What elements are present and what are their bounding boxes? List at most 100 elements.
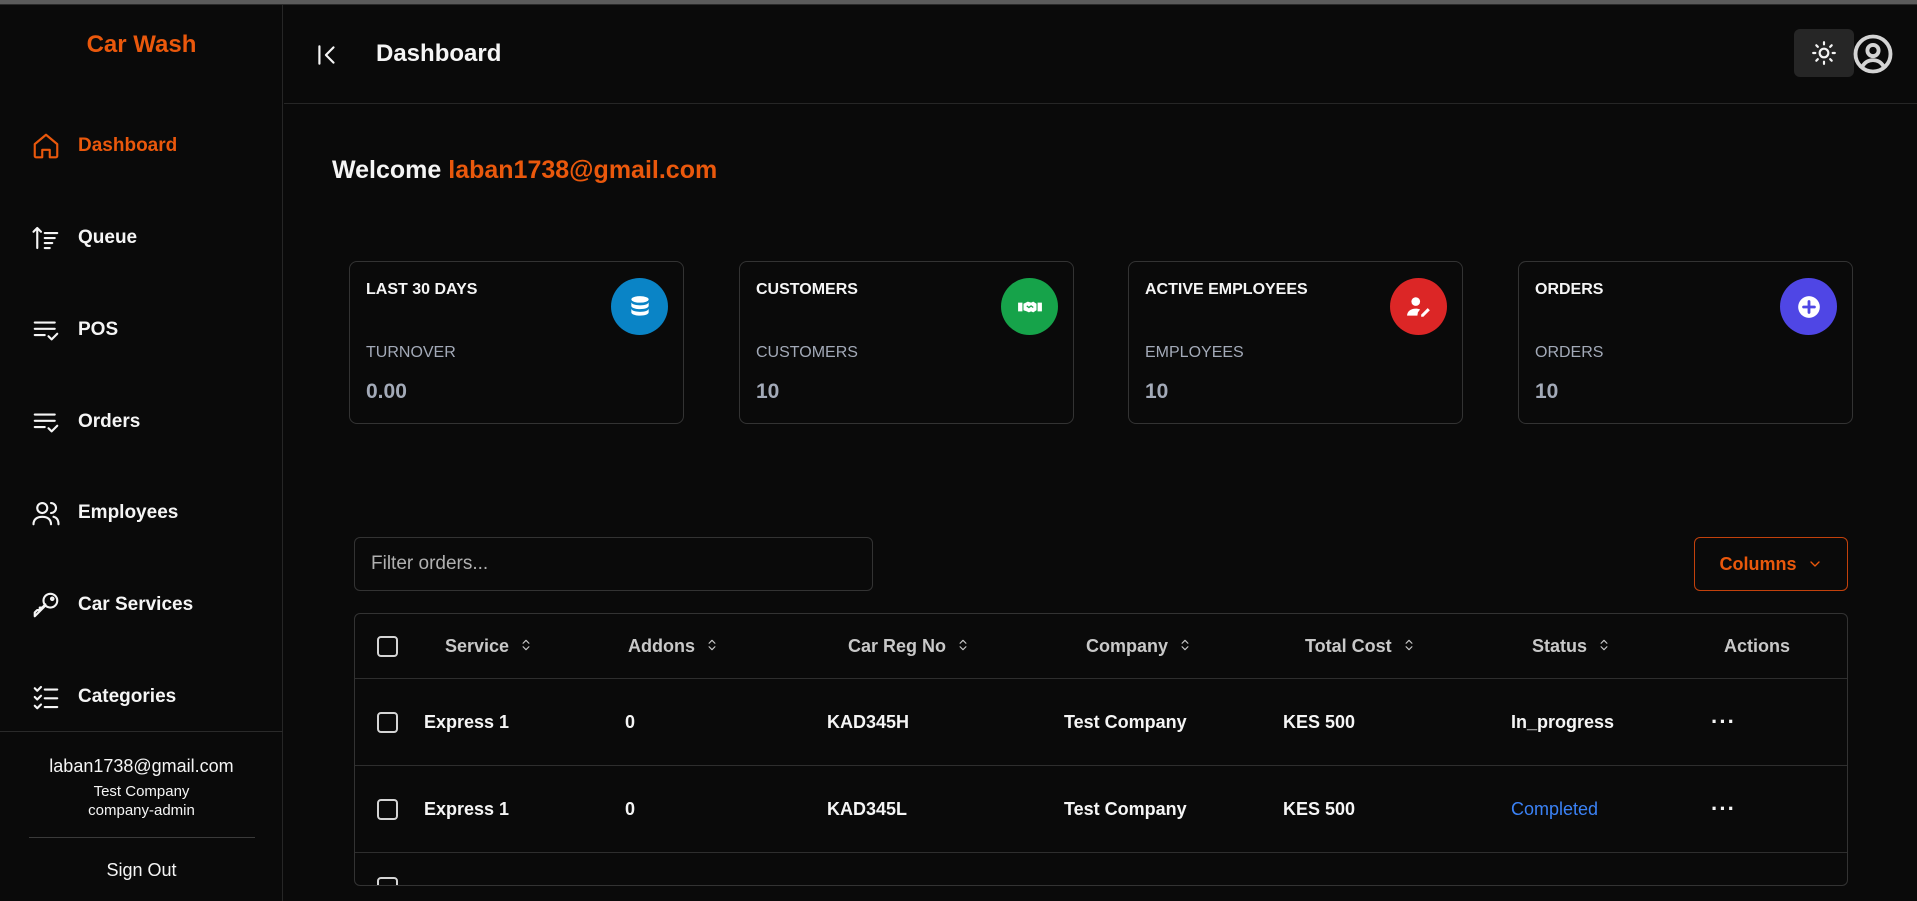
theme-toggle-button[interactable] xyxy=(1794,29,1854,77)
column-label: Actions xyxy=(1724,635,1791,656)
card-value: 10 xyxy=(1535,380,1559,403)
page-title: Dashboard xyxy=(376,40,502,67)
row-checkbox[interactable] xyxy=(377,877,398,885)
sidebar-item-orders[interactable]: Orders xyxy=(30,402,270,442)
sort-icon xyxy=(1168,636,1192,657)
sort-up-icon xyxy=(30,222,62,254)
cell-company: Test Company xyxy=(1064,798,1187,819)
sidebar-item-queue[interactable]: Queue xyxy=(30,218,270,258)
cell-status: Completed xyxy=(1511,798,1599,819)
card-value: 10 xyxy=(1145,380,1169,403)
column-header-service[interactable]: Service xyxy=(445,614,533,678)
sort-icon xyxy=(1392,636,1416,657)
row-checkbox[interactable] xyxy=(377,711,398,733)
top-header: Dashboard xyxy=(284,5,1917,104)
checklist-icon xyxy=(30,681,62,713)
cell-total-cost: KES 500 xyxy=(1283,711,1356,732)
cell-addons: 0 xyxy=(625,798,636,819)
column-header-status[interactable]: Status xyxy=(1532,614,1611,678)
column-label: Total Cost xyxy=(1305,635,1392,656)
column-header-actions: Actions xyxy=(1724,614,1790,678)
brand-logo[interactable]: Car Wash xyxy=(0,31,283,59)
row-checkbox[interactable] xyxy=(377,798,398,820)
cell-service: Express 1 xyxy=(424,711,510,732)
chevron-down-icon xyxy=(1809,561,1820,567)
welcome-email: laban1738@gmail.com xyxy=(448,156,718,184)
table-row[interactable]: Express 1 0 KAD345L Test Company KES 500… xyxy=(355,766,1847,853)
sidebar-item-label: Dashboard xyxy=(78,135,178,156)
row-select-cell xyxy=(377,679,398,765)
orders-table: Service Addons Car Reg No Company Total … xyxy=(354,613,1848,886)
sidebar-item-label: Categories xyxy=(78,686,177,707)
list-check-icon xyxy=(30,314,62,346)
sun-icon xyxy=(1812,41,1836,65)
handshake-icon xyxy=(1001,278,1058,335)
column-label: Car Reg No xyxy=(848,635,947,656)
card-title: LAST 30 DAYS xyxy=(366,281,478,298)
sign-out-button[interactable]: Sign Out xyxy=(106,860,176,881)
user-edit-icon xyxy=(1390,278,1447,335)
card-subtitle: EMPLOYEES xyxy=(1145,344,1244,361)
sidebar: Car Wash Dashboard Queue POS Orders Empl… xyxy=(0,5,283,901)
column-label: Addons xyxy=(628,635,695,656)
key-icon xyxy=(30,589,62,621)
sidebar-item-employees[interactable]: Employees xyxy=(30,493,270,533)
collapse-sidebar-icon[interactable] xyxy=(314,42,340,68)
column-header-company[interactable]: Company xyxy=(1086,614,1192,678)
sidebar-item-label: Car Services xyxy=(78,594,194,615)
card-value: 0.00 xyxy=(366,380,407,403)
row-actions-menu-icon[interactable]: ··· xyxy=(1711,766,1736,852)
welcome-prefix: Welcome xyxy=(332,156,442,184)
column-header-total-cost[interactable]: Total Cost xyxy=(1305,614,1416,678)
row-actions-menu-icon[interactable]: ··· xyxy=(1711,679,1736,765)
card-subtitle: CUSTOMERS xyxy=(756,344,858,361)
cell-total-cost: KES 500 xyxy=(1283,798,1356,819)
cell-car-reg-no: KAD345L xyxy=(827,798,908,819)
users-icon xyxy=(30,497,62,529)
columns-dropdown-button[interactable]: Columns xyxy=(1694,537,1848,591)
stat-card-customers: CUSTOMERS CUSTOMERS 10 xyxy=(739,261,1074,424)
row-select-cell xyxy=(377,853,398,885)
column-label: Company xyxy=(1086,635,1169,656)
divider xyxy=(28,837,255,838)
sidebar-item-label: POS xyxy=(78,319,119,340)
sidebar-item-pos[interactable]: POS xyxy=(30,310,270,350)
filter-orders-input[interactable] xyxy=(354,537,873,591)
table-row[interactable]: Express 1 0 KAD345H Test Company KES 500… xyxy=(355,679,1847,766)
sidebar-item-car-services[interactable]: Car Services xyxy=(30,585,270,625)
sidebar-item-dashboard[interactable]: Dashboard xyxy=(30,126,270,166)
sort-icon xyxy=(695,636,719,657)
user-company: Test Company xyxy=(93,783,190,800)
welcome-message: Welcome laban1738@gmail.com xyxy=(332,156,717,185)
user-avatar-icon[interactable] xyxy=(1852,33,1898,79)
sort-icon xyxy=(1587,636,1611,657)
stat-card-employees: ACTIVE EMPLOYEES EMPLOYEES 10 xyxy=(1128,261,1463,424)
sidebar-item-label: Queue xyxy=(78,227,138,248)
database-icon xyxy=(611,278,668,335)
cell-company: Test Company xyxy=(1064,711,1187,732)
select-all-checkbox[interactable] xyxy=(377,635,398,657)
card-subtitle: ORDERS xyxy=(1535,344,1604,361)
column-header-car-reg-no[interactable]: Car Reg No xyxy=(848,614,970,678)
list-check-icon xyxy=(30,406,62,438)
column-header-addons[interactable]: Addons xyxy=(628,614,719,678)
card-value: 10 xyxy=(756,380,780,403)
column-label: Service xyxy=(445,635,510,656)
sidebar-item-label: Employees xyxy=(78,502,179,523)
cell-car-reg-no: KAD345H xyxy=(827,711,910,732)
table-header-row: Service Addons Car Reg No Company Total … xyxy=(355,614,1847,679)
user-email: laban1738@gmail.com xyxy=(49,756,234,776)
table-row[interactable] xyxy=(355,853,1847,885)
cell-status: In_progress xyxy=(1511,711,1615,732)
sidebar-item-categories[interactable]: Categories xyxy=(30,677,270,717)
columns-label: Columns xyxy=(1719,553,1797,574)
cell-addons: 0 xyxy=(625,711,636,732)
cell-service: Express 1 xyxy=(424,798,510,819)
stat-card-orders: ORDERS ORDERS 10 xyxy=(1518,261,1853,424)
sort-icon xyxy=(946,636,970,657)
column-label: Status xyxy=(1532,635,1588,656)
sort-icon xyxy=(509,636,533,657)
card-title: ORDERS xyxy=(1535,281,1604,298)
row-select-cell xyxy=(377,766,398,852)
home-icon xyxy=(30,130,62,162)
